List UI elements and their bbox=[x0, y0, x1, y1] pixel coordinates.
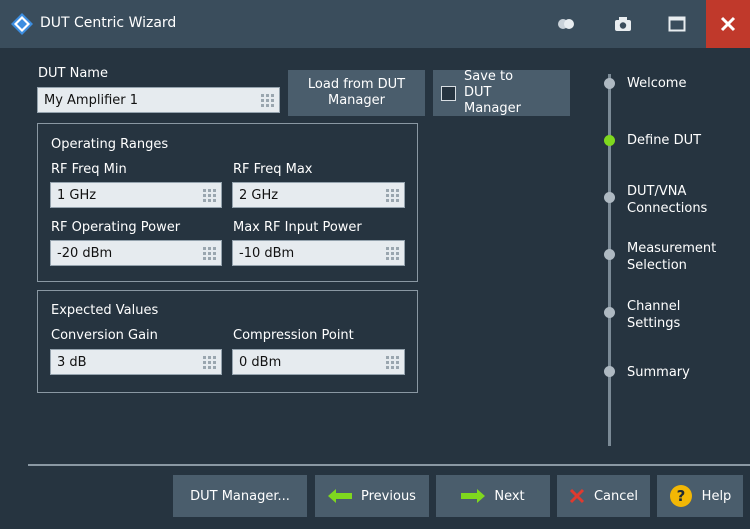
max-rf-input-power-input[interactable] bbox=[233, 241, 404, 265]
keypad-icon[interactable] bbox=[203, 247, 216, 260]
window-title: DUT Centric Wizard bbox=[40, 15, 177, 31]
keypad-icon[interactable] bbox=[386, 247, 399, 260]
rf-operating-power-label: RF Operating Power bbox=[51, 220, 181, 235]
keypad-icon[interactable] bbox=[203, 356, 216, 369]
cancel-x-icon bbox=[569, 488, 585, 504]
rf-freq-min-label: RF Freq Min bbox=[51, 162, 127, 177]
compression-point-label: Compression Point bbox=[233, 328, 354, 343]
arrow-left-icon bbox=[328, 489, 353, 503]
step-measurement-selection-dot bbox=[604, 249, 615, 260]
step-define-dut[interactable]: Define DUT bbox=[627, 132, 701, 149]
maximize-icon[interactable] bbox=[668, 14, 686, 34]
rf-freq-max-field[interactable] bbox=[232, 182, 405, 208]
step-dut-vna-connections-dot bbox=[604, 192, 615, 203]
cancel-label: Cancel bbox=[593, 488, 639, 504]
close-button[interactable] bbox=[706, 0, 750, 48]
operating-ranges-title: Operating Ranges bbox=[51, 137, 169, 152]
rohde-schwarz-logo-icon bbox=[11, 13, 33, 35]
dut-name-field[interactable] bbox=[37, 87, 280, 113]
step-dut-vna-connections[interactable]: DUT/VNA Connections bbox=[627, 183, 722, 217]
step-welcome-dot bbox=[604, 78, 615, 89]
svg-text:?: ? bbox=[676, 487, 685, 505]
rf-freq-min-input[interactable] bbox=[51, 183, 221, 207]
dut-name-label: DUT Name bbox=[38, 66, 108, 81]
rf-freq-min-field[interactable] bbox=[50, 182, 222, 208]
wizard-steps-line bbox=[608, 74, 611, 446]
wizard-window: DUT Centric Wizard DUT Name Load from DU… bbox=[0, 0, 750, 529]
rf-operating-power-input[interactable] bbox=[51, 241, 221, 265]
step-welcome[interactable]: Welcome bbox=[627, 75, 686, 92]
dut-manager-label: DUT Manager... bbox=[190, 488, 290, 504]
help-label: Help bbox=[701, 488, 732, 504]
title-bar: DUT Centric Wizard bbox=[0, 0, 750, 48]
step-channel-settings[interactable]: Channel Settings bbox=[627, 298, 707, 332]
max-rf-input-power-label: Max RF Input Power bbox=[233, 220, 362, 235]
toggle-icon[interactable] bbox=[556, 14, 576, 34]
step-summary-dot bbox=[604, 366, 615, 377]
help-icon: ? bbox=[669, 485, 692, 507]
conversion-gain-field[interactable] bbox=[50, 349, 222, 375]
keypad-icon[interactable] bbox=[261, 94, 274, 107]
previous-label: Previous bbox=[361, 488, 416, 504]
next-label: Next bbox=[494, 488, 525, 504]
compression-point-field[interactable] bbox=[232, 349, 405, 375]
conversion-gain-label: Conversion Gain bbox=[51, 328, 158, 343]
step-channel-settings-dot bbox=[604, 307, 615, 318]
save-to-dut-manager-checkbox[interactable] bbox=[441, 85, 456, 101]
keypad-icon[interactable] bbox=[386, 356, 399, 369]
step-measurement-selection[interactable]: Measurement Selection bbox=[627, 240, 727, 274]
dut-manager-button[interactable]: DUT Manager... bbox=[173, 475, 307, 517]
expected-values-title: Expected Values bbox=[51, 303, 159, 318]
footer-separator bbox=[28, 464, 750, 466]
rf-freq-max-label: RF Freq Max bbox=[233, 162, 313, 177]
save-to-dut-manager-label: Save to DUT Manager bbox=[464, 69, 521, 116]
max-rf-input-power-field[interactable] bbox=[232, 240, 405, 266]
cancel-button[interactable]: Cancel bbox=[557, 475, 650, 517]
rf-operating-power-field[interactable] bbox=[50, 240, 222, 266]
conversion-gain-input[interactable] bbox=[51, 350, 221, 374]
previous-button[interactable]: Previous bbox=[315, 475, 429, 517]
help-button[interactable]: ? Help bbox=[657, 475, 743, 517]
keypad-icon[interactable] bbox=[203, 189, 216, 202]
step-summary[interactable]: Summary bbox=[627, 364, 690, 381]
keypad-icon[interactable] bbox=[386, 189, 399, 202]
rf-freq-max-input[interactable] bbox=[233, 183, 404, 207]
save-to-dut-manager-toggle[interactable]: Save to DUT Manager bbox=[433, 69, 570, 116]
compression-point-input[interactable] bbox=[233, 350, 404, 374]
step-define-dut-dot bbox=[604, 135, 615, 146]
load-from-dut-manager-button[interactable]: Load from DUT Manager bbox=[288, 70, 425, 116]
dut-name-input[interactable] bbox=[38, 88, 279, 112]
next-button[interactable]: Next bbox=[436, 475, 550, 517]
arrow-right-icon bbox=[461, 489, 486, 503]
camera-icon[interactable] bbox=[614, 14, 632, 34]
close-icon bbox=[720, 16, 736, 32]
